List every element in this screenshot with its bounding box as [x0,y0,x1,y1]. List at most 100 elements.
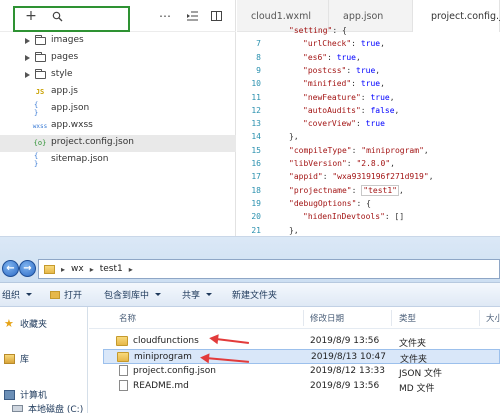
split-view-icon[interactable] [209,8,223,24]
code-line: 11 "newFeature": true, [237,93,500,106]
command-label: 组织 [2,291,21,301]
code-line: 13 "coverView": true [237,119,500,132]
arrow-left-icon: ← [6,263,15,274]
tree-item-label: images [51,35,84,45]
code-text: "libVersion": "2.8.0", [289,159,395,168]
line-number: 21 [251,225,261,235]
tab-label: app.json [343,10,384,22]
breadcrumb-separator-icon[interactable]: ▸ [129,265,133,274]
tree-file-sitemap-json[interactable]: { } sitemap.json [0,152,236,169]
folder-icon [116,336,128,346]
line-number: 9 [256,65,261,75]
line-number: 7 [256,39,261,49]
command-bar: 组织 打开 包含到库中 共享 新建文件夹 [0,283,500,307]
tree-folder-images[interactable]: images [0,33,236,50]
code-text: "hidenInDevtools": [] [303,212,405,222]
expand-arrow-icon[interactable] [25,55,30,61]
tree-item-label: pages [51,52,79,62]
back-button[interactable]: ← [2,260,19,277]
document-icon [119,365,128,376]
new-folder-button[interactable]: 新建文件夹 [232,288,277,301]
file-date: 2019/8/9 13:56 [310,381,380,391]
code-line: "setting": { [237,26,500,39]
code-content[interactable]: "setting": {7 "urlCheck": true, 8 "es6": tr… [237,26,500,236]
column-header-type[interactable]: 类型 [399,312,416,324]
tree-folder-pages[interactable]: pages [0,50,236,67]
column-header-date[interactable]: 修改日期 [310,312,344,324]
line-number: 19 [251,198,261,208]
column-divider[interactable] [391,310,392,326]
file-type: 文件夹 [399,339,427,349]
code-text: }, [289,225,299,235]
tree-file-app-wxss[interactable]: wxss app.wxss [0,118,236,135]
expand-arrow-icon[interactable] [25,72,30,78]
tree-file-app-js[interactable]: JS app.js [0,84,236,101]
wxss-file-icon: wxss [32,122,48,130]
drive-icon [12,405,23,412]
file-type: MD 文件 [399,384,435,394]
file-row-cloudfunctions[interactable]: cloudfunctions 2019/8/9 13:56 文件夹 [103,334,500,349]
js-file-icon: JS [35,88,45,96]
file-name: miniprogram [134,352,192,362]
column-divider[interactable] [303,310,304,326]
file-row-readme[interactable]: README.md 2019/8/9 13:56 MD 文件 [103,379,500,394]
line-number: 20 [251,212,261,222]
file-name: README.md [133,381,189,391]
tree-file-project-config[interactable]: {o} project.config.json [0,135,236,152]
tree-item-label: app.wxss [51,120,93,130]
file-name: cloudfunctions [133,336,199,346]
tree-file-app-json[interactable]: { } app.json [0,101,236,118]
column-header-name[interactable]: 名称 [119,312,136,324]
code-text: "autoAudits": false, [303,105,400,115]
organize-menu[interactable]: 组织 [2,288,33,301]
file-date: 2019/8/12 13:33 [310,366,385,376]
breadcrumb-wx[interactable]: wx [71,264,84,274]
nav-label: 本地磁盘 (C:) [28,405,84,413]
code-line: 17 "appid": "wxa9319196f271d919", [237,172,500,185]
column-header-size[interactable]: 大小 [486,312,500,324]
code-text: }, [289,132,299,142]
nav-libraries[interactable]: 库 [0,352,29,365]
code-text: "coverView": true [303,119,385,129]
column-divider[interactable] [479,310,480,326]
tree-item-label: app.js [51,86,78,96]
code-text: "appid": "wxa9319196f271d919", [289,172,434,182]
star-icon: ★ [4,316,14,330]
collapse-icon[interactable] [185,8,199,24]
nav-computer[interactable]: 计算机 [0,388,47,401]
nav-favorites[interactable]: ★ 收藏夹 [0,316,48,331]
file-row-project-config[interactable]: project.config.json 2019/8/12 13:33 JSON… [103,364,500,379]
breadcrumb-separator-icon[interactable]: ▸ [61,265,65,274]
folder-icon [34,52,46,63]
more-icon[interactable]: ⋯ [158,8,172,24]
include-in-library-menu[interactable]: 包含到库中 [104,288,162,301]
breadcrumb-test1[interactable]: test1 [100,264,123,274]
line-number: 14 [251,132,261,142]
folder-icon [34,35,46,46]
line-number: 11 [251,92,261,102]
open-button[interactable]: 打开 [50,288,82,301]
file-row-miniprogram[interactable]: miniprogram 2019/8/13 10:47 文件夹 [103,349,500,365]
file-date: 2019/8/13 10:47 [311,352,386,362]
dropdown-arrow-icon [155,293,162,296]
sidebar-toolbar: + ⋯ [0,0,236,32]
code-text: "compileType": "miniprogram", [289,145,429,155]
file-name: project.config.json [133,366,216,376]
nav-label: 计算机 [20,391,48,401]
nav-local-disk-c[interactable]: 本地磁盘 (C:) [8,402,83,413]
line-number: 16 [251,159,261,168]
code-line: 18 "projectname": "test1", [237,184,500,199]
address-box[interactable]: ▸ wx ▸ test1 ▸ [38,259,500,279]
line-number: 10 [251,79,261,89]
code-line: 16 "libVersion": "2.8.0", [237,159,500,172]
breadcrumb-separator-icon[interactable]: ▸ [90,265,94,274]
tree-folder-style[interactable]: style [0,67,236,84]
code-line: 19 "debugOptions": { [237,199,500,212]
library-icon [4,353,15,364]
dropdown-arrow-icon [206,293,213,296]
forward-button[interactable]: → [19,260,36,277]
nav-label: 收藏夹 [20,320,48,330]
expand-arrow-icon[interactable] [25,38,30,44]
tab-label: cloud1.wxml [251,10,312,22]
share-menu[interactable]: 共享 [182,288,213,301]
